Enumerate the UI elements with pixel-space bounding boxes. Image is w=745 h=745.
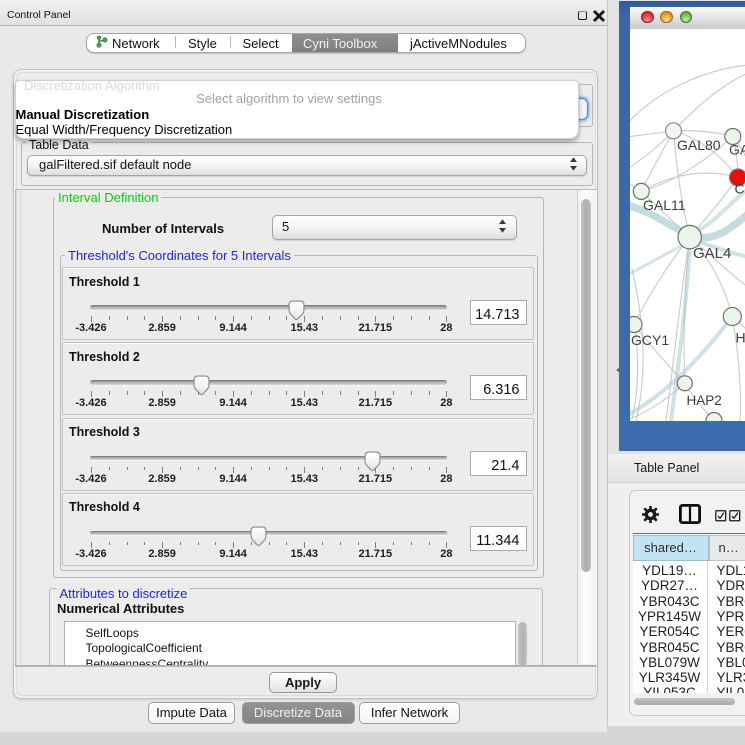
svg-text:HIS4: HIS4 bbox=[736, 329, 745, 345]
svg-text:GAL80: GAL80 bbox=[677, 137, 721, 153]
svg-text:GCY1: GCY1 bbox=[631, 332, 669, 348]
svg-text:GAL11: GAL11 bbox=[643, 197, 686, 213]
svg-text:GAL7: GAL7 bbox=[729, 141, 745, 157]
svg-text:CYC1: CYC1 bbox=[735, 180, 745, 196]
svg-text:GAL4: GAL4 bbox=[693, 245, 731, 262]
svg-text:HAP2: HAP2 bbox=[687, 393, 722, 408]
